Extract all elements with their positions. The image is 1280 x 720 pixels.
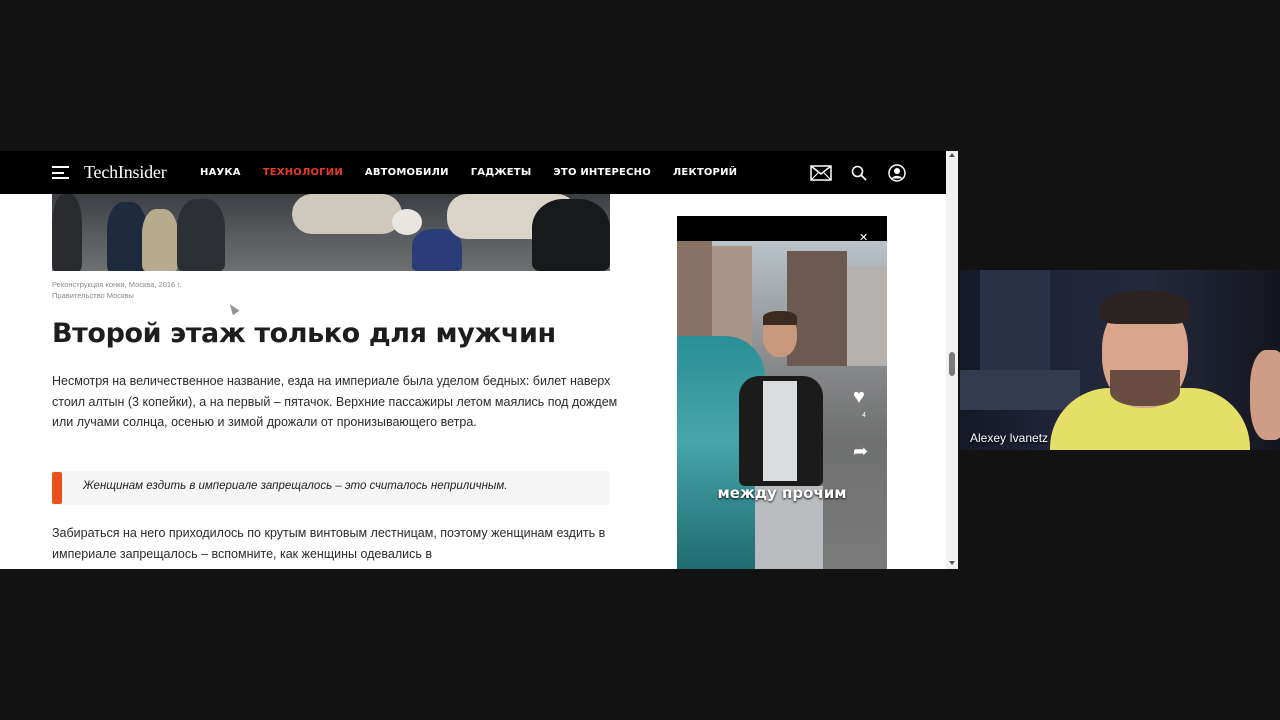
share-icon[interactable]: ➦: [853, 441, 868, 462]
nav-item-avtomobili[interactable]: АВТОМОБИЛИ: [365, 167, 449, 178]
video-ad[interactable]: ✕ ♥ 4 ➦ между прочим: [677, 216, 887, 569]
site-header: TechInsider НАУКА ТЕХНОЛОГИИ АВТОМОБИЛИ …: [0, 151, 946, 194]
scroll-up-icon[interactable]: [949, 153, 955, 157]
heart-icon[interactable]: ♥: [853, 386, 865, 409]
caption-credit: Правительство Москвы: [52, 291, 134, 300]
screen: Реконструкция конки, Москва, 2016 г. Пра…: [0, 0, 1280, 720]
nav-item-nauka[interactable]: НАУКА: [200, 167, 241, 178]
nav-item-lektoriy[interactable]: ЛЕКТОРИЙ: [673, 167, 737, 178]
article-heading: Второй этаж только для мужчин: [52, 318, 556, 349]
page-scrollbar[interactable]: [946, 151, 958, 569]
main-nav: НАУКА ТЕХНОЛОГИИ АВТОМОБИЛИ ГАДЖЕТЫ ЭТО …: [200, 151, 737, 194]
article-paragraph: Несмотря на величественное название, езд…: [52, 374, 618, 429]
site-logo[interactable]: TechInsider: [84, 162, 167, 183]
mail-icon[interactable]: [810, 163, 832, 183]
article-hero-image: [52, 194, 610, 271]
scroll-down-icon[interactable]: [949, 561, 955, 565]
image-caption: Реконструкция конки, Москва, 2016 г. Пра…: [52, 279, 181, 301]
user-icon[interactable]: [886, 163, 908, 183]
browser-page: Реконструкция конки, Москва, 2016 г. Пра…: [0, 151, 958, 569]
pull-quote: Женщинам ездить в империале запрещалось …: [52, 471, 610, 505]
scrollbar-thumb[interactable]: [949, 352, 955, 376]
caption-line: Реконструкция конки, Москва, 2016 г.: [52, 280, 182, 289]
menu-icon[interactable]: [52, 166, 69, 179]
search-icon[interactable]: [848, 163, 870, 183]
article-paragraph: Забираться на него приходилось по крутым…: [52, 526, 606, 561]
video-caption: между прочим: [717, 484, 847, 502]
participant-name: Alexey Ivanetz: [970, 431, 1049, 445]
nav-item-eto-interesno[interactable]: ЭТО ИНТЕРЕСНО: [553, 167, 651, 178]
like-count: 4: [862, 412, 866, 419]
webcam-tile[interactable]: [960, 270, 1280, 450]
quote-text: Женщинам ездить в империале запрещалось …: [83, 480, 508, 492]
quote-accent-bar: [52, 472, 62, 504]
nav-item-tekhnologii[interactable]: ТЕХНОЛОГИИ: [263, 167, 343, 178]
header-icons: [810, 163, 908, 183]
mute-icon[interactable]: ✕: [859, 231, 868, 244]
nav-item-gadzhety[interactable]: ГАДЖЕТЫ: [471, 167, 532, 178]
